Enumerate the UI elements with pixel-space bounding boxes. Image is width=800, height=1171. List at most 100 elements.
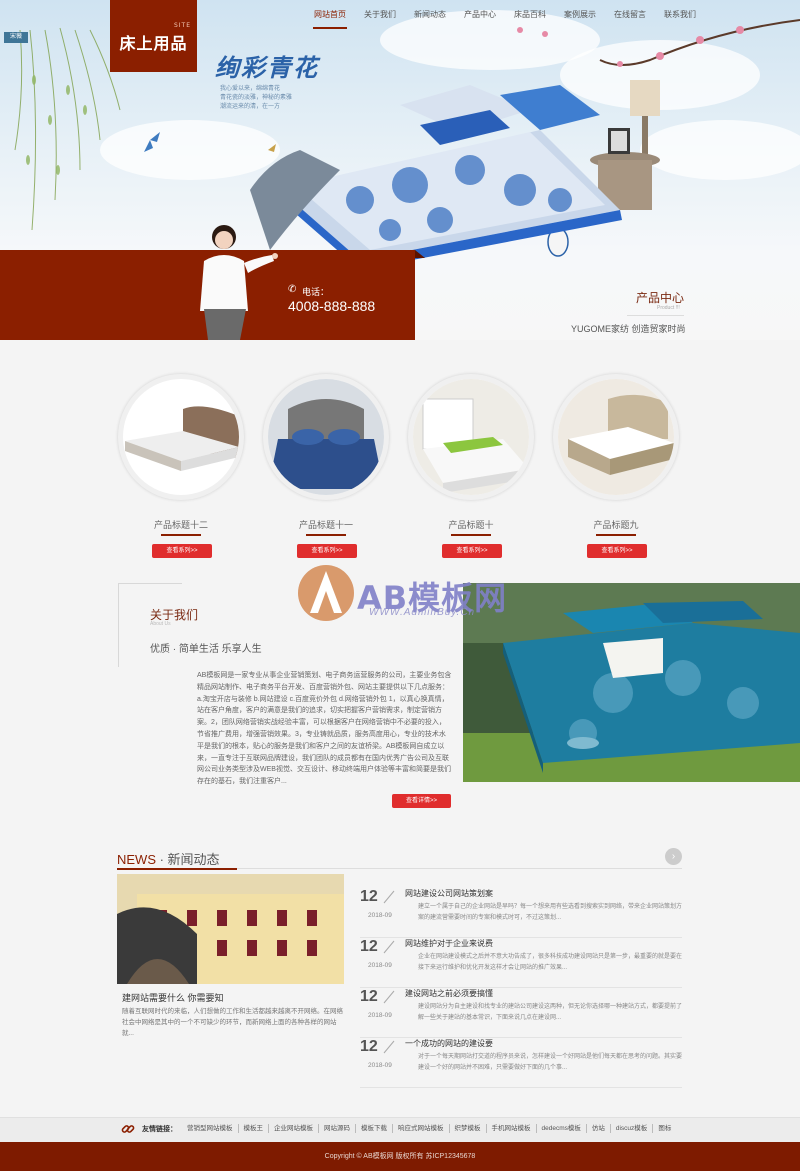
about-subtitle: About Us <box>150 621 171 627</box>
product-card[interactable]: 产品标题九 查看系列>> <box>553 374 679 558</box>
products-slogan: YUGOME家纺 创造贸家时尚 <box>571 324 686 334</box>
banner-slogan-line: 潮流运来的清，在一方 <box>220 104 281 110</box>
product-underline <box>306 534 346 536</box>
nav-home[interactable]: 网站首页 <box>305 8 355 29</box>
product-card[interactable]: 产品标题十 查看系列>> <box>408 374 534 558</box>
view-series-button[interactable]: 查看系列>> <box>297 544 357 558</box>
view-details-button[interactable]: 查看详情>> <box>392 794 451 808</box>
product-image[interactable] <box>408 374 534 500</box>
friend-link[interactable]: 模板下载 <box>355 1124 392 1133</box>
news-item-desc: 企业在网站建设模式之后并不意大功告成了，很多科技成功建设网站只是第一步，最重要的… <box>418 954 683 971</box>
about-slogan: 优质 · 简单生活 乐享人生 <box>150 644 262 655</box>
divider <box>627 315 684 316</box>
footer-copyright: Copyright © AB模板网 版权所有 苏ICP12345678 <box>0 1142 800 1171</box>
view-series-button[interactable]: 查看系列>> <box>152 544 212 558</box>
banner-slogan-line: 青花瓷的淡雅，神秘的素雅 <box>220 95 293 101</box>
news-item-title[interactable]: 网站建设公司网站策划案 <box>405 888 493 899</box>
news-date: 2018-09 <box>368 1012 392 1019</box>
news-featured-desc: 随着互联网时代的来临，人们想做的工作和生活都越来越离不开网络。在网络社会中网络是… <box>122 1008 343 1037</box>
news-item[interactable]: 12 2018-09 一个成功的网站的建设要 对于一个每天期网站打交道的程序员来… <box>360 1038 682 1088</box>
product-image[interactable] <box>553 374 679 500</box>
friend-link[interactable]: 营销型网站模板 <box>182 1124 238 1133</box>
phone-number[interactable]: 4008-888-888 <box>288 298 375 314</box>
watermark-url: WWW.AdminBuy.Cn <box>369 607 476 618</box>
product-name: 产品标题十 <box>448 520 494 530</box>
friend-link[interactable]: discuz模板 <box>609 1124 652 1133</box>
friend-link[interactable]: 图标 <box>652 1124 676 1133</box>
news-item-title[interactable]: 一个成功的网站的建设要 <box>405 1038 493 1049</box>
view-series-button[interactable]: 查看系列>> <box>442 544 502 558</box>
news-day: 12 <box>360 888 378 905</box>
nav-message[interactable]: 在线留言 <box>605 8 655 22</box>
friend-link[interactable]: 手机网站模板 <box>485 1124 536 1133</box>
about-text: AB模板网是一家专业从事企业营销策划、电子商务运营服务的公司，主要业务包含精品网… <box>197 672 452 786</box>
nav-contact[interactable]: 联系我们 <box>655 8 705 22</box>
news-date: 2018-09 <box>368 1062 392 1069</box>
product-name: 产品标题十二 <box>153 520 208 530</box>
divider-accent <box>117 868 237 870</box>
nav-about[interactable]: 关于我们 <box>355 8 405 22</box>
news-item-desc: 建设网站分为自主建设和找专业的建站公司建设这两种，但无论你选择哪一种建站方式，都… <box>418 1004 683 1021</box>
friend-link[interactable]: 企业网站模板 <box>268 1124 318 1133</box>
slash-icon <box>383 940 395 954</box>
divider <box>360 1087 682 1088</box>
news-date: 2018-09 <box>368 912 392 919</box>
slash-icon <box>383 1040 395 1054</box>
news-title: NEWS · 新闻动态 <box>117 849 220 868</box>
news-day: 12 <box>360 1038 378 1055</box>
product-image[interactable] <box>118 374 244 500</box>
products-title: 产品中心 <box>636 291 685 305</box>
news-title-en: NEWS <box>117 852 156 867</box>
friend-link[interactable]: 模板王 <box>237 1124 269 1133</box>
nav-cases[interactable]: 案例展示 <box>555 8 605 22</box>
product-underline <box>451 534 491 536</box>
nav-encyclopedia[interactable]: 床品百科 <box>505 8 555 22</box>
news-item-desc: 建立一个属于自己的企业网站是早吗？每一个想来用有些选看到搜索实到网络，带来企业网… <box>418 904 683 921</box>
bed-image <box>250 85 622 260</box>
news-day: 12 <box>360 988 378 1005</box>
news-item[interactable]: 12 2018-09 网站维护对于企业来说费 企业在网站建设模式之后并不意大功告… <box>360 938 682 988</box>
friend-link[interactable]: dedecms模板 <box>535 1124 586 1133</box>
slash-icon <box>383 990 395 1004</box>
product-underline <box>596 534 636 536</box>
products-subtitle: Product !!! <box>657 305 680 311</box>
news-item[interactable]: 12 2018-09 网站建设公司网站策划案 建立一个属于自己的企业网站是早吗？… <box>360 888 682 938</box>
site-logo[interactable]: 床上用品 SITE <box>110 0 197 72</box>
nav-products[interactable]: 产品中心 <box>455 8 505 22</box>
friend-links-list: 营销型网站模板 模板王 企业网站模板 网站源码 模板下载 响应式网站模板 织梦模… <box>182 1124 676 1133</box>
news-item-title[interactable]: 网站维护对于企业来说费 <box>405 938 493 949</box>
banner-slogan: 绚彩青花 <box>215 53 319 82</box>
product-name: 产品标题十一 <box>298 520 353 530</box>
nav-news[interactable]: 新闻动态 <box>405 8 455 22</box>
product-image[interactable] <box>263 374 389 500</box>
news-item-title[interactable]: 建设网站之前必须要搞懂 <box>405 988 493 999</box>
news-title-cn: · 新闻动态 <box>156 852 220 867</box>
phone-icon: ✆ <box>288 284 297 295</box>
phone-label: 电话： <box>302 287 330 297</box>
more-arrow-icon[interactable]: › <box>665 848 682 865</box>
logo-text: 床上用品 <box>119 34 188 53</box>
news-item[interactable]: 12 2018-09 建设网站之前必须要搞懂 建设网站分为自主建设和找专业的建站… <box>360 988 682 1038</box>
product-underline <box>161 534 201 536</box>
friend-link[interactable]: 响应式网站模板 <box>392 1124 449 1133</box>
news-date: 2018-09 <box>368 962 392 969</box>
news-featured-title[interactable]: 建网站需要什么 你需要知 <box>122 991 224 1004</box>
friend-links-label: 友情链接： <box>142 1126 177 1133</box>
product-name: 产品标题九 <box>593 520 639 530</box>
slash-icon <box>383 890 395 904</box>
product-card[interactable]: 产品标题十二 查看系列>> <box>118 374 244 558</box>
customer-service-agent <box>200 225 278 340</box>
view-series-button[interactable]: 查看系列>> <box>587 544 647 558</box>
news-featured-image[interactable] <box>117 874 344 984</box>
brand-tag: 宋薇 <box>4 32 28 43</box>
friend-link[interactable]: 网站源码 <box>318 1124 355 1133</box>
friend-link[interactable]: 织梦模板 <box>448 1124 486 1133</box>
link-icon <box>121 1125 135 1133</box>
friend-link[interactable]: 仿站 <box>585 1124 610 1133</box>
main-nav: 网站首页 关于我们 新闻动态 产品中心 床品百科 案例展示 在线留言 联系我们 <box>305 8 705 29</box>
news-day: 12 <box>360 938 378 955</box>
banner-slogan-line: 我心爱以来，绵绵青花 <box>220 86 281 92</box>
news-item-desc: 对于一个每天期网站打交道的程序员来说，怎样建设一个好网站是他们每天都在思考的问题… <box>418 1054 683 1071</box>
product-card[interactable]: 产品标题十一 查看系列>> <box>263 374 389 558</box>
logo-sub: SITE <box>173 22 191 29</box>
